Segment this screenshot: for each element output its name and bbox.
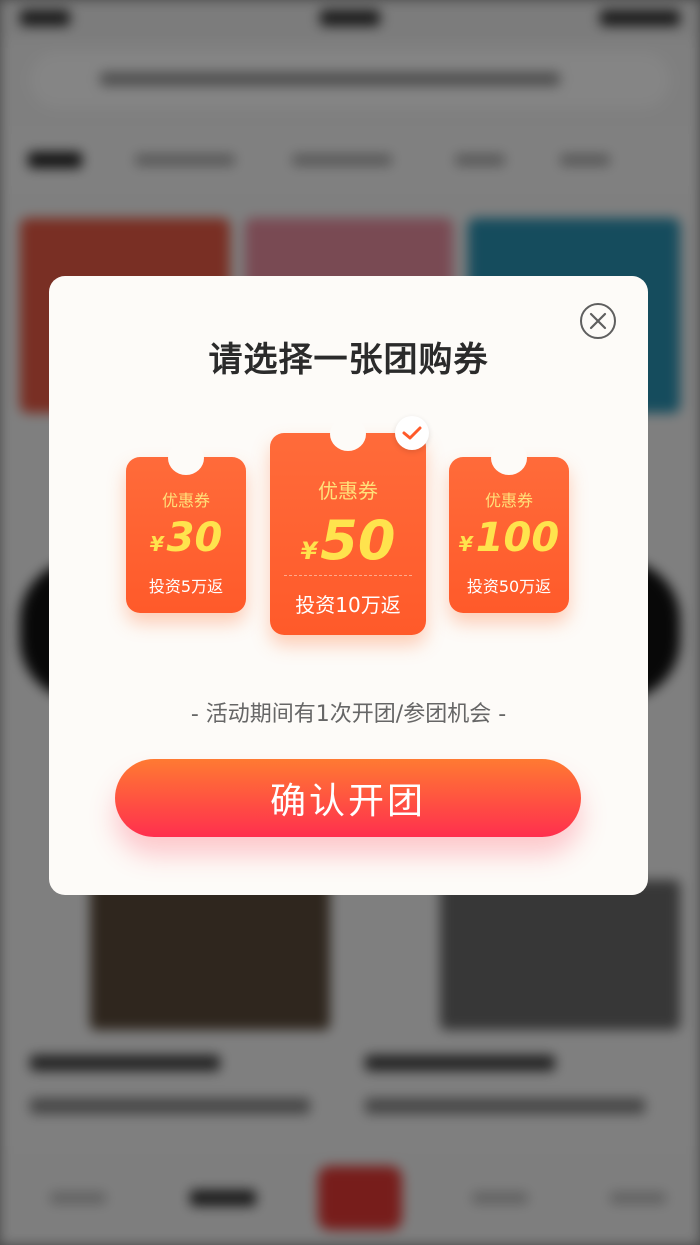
coupon-amount: ¥50 [270, 509, 426, 572]
close-icon [589, 312, 607, 330]
coupon-notch [491, 441, 527, 475]
confirm-open-group-button[interactable]: 确认开团 [115, 759, 581, 837]
activity-hint: - 活动期间有1次开团/参团机会 - [190, 702, 507, 727]
coupon-amount: ¥100 [449, 515, 569, 561]
coupon-100[interactable]: 优惠券 ¥100 投资50万返 [449, 441, 569, 613]
coupon-notch [168, 441, 204, 475]
check-icon [402, 426, 422, 440]
coupon-value: 30 [166, 515, 223, 561]
selected-badge [395, 416, 429, 450]
coupon-50[interactable]: 优惠券 ¥50 投资10万返 [270, 417, 426, 635]
coupon-kind: 优惠券 [318, 479, 378, 503]
coupon-divider [284, 575, 412, 576]
currency-symbol: ¥ [300, 537, 318, 565]
coupon-amount: ¥30 [126, 515, 246, 561]
currency-symbol: ¥ [149, 532, 164, 556]
coupon-modal: 请选择一张团购券 优惠券 ¥30 投资5万返 优惠券 ¥50 投资10万返 优惠… [49, 276, 648, 895]
coupon-kind: 优惠券 [484, 491, 533, 510]
modal-title: 请选择一张团购券 [208, 340, 489, 380]
currency-symbol: ¥ [458, 532, 473, 556]
coupon-condition: 投资10万返 [295, 593, 401, 617]
coupon-condition: 投资5万返 [148, 577, 224, 596]
coupon-condition: 投资50万返 [466, 577, 552, 596]
coupon-30[interactable]: 优惠券 ¥30 投资5万返 [126, 441, 246, 613]
coupon-value: 50 [320, 509, 396, 572]
coupon-kind: 优惠券 [161, 491, 210, 510]
coupon-notch [330, 417, 366, 451]
coupon-value: 100 [475, 515, 560, 561]
